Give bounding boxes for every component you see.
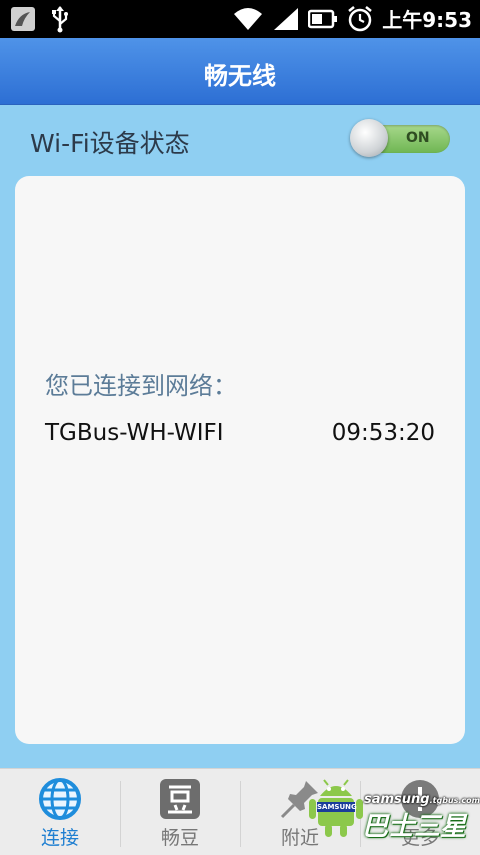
alarm-clock-icon: [348, 5, 373, 31]
bean-icon: [160, 779, 200, 819]
status-bar-left: [10, 5, 70, 33]
cell-signal-icon: [274, 7, 299, 30]
wifi-toggle-text: ON: [406, 130, 430, 146]
status-bar-right: 上午9:53: [232, 4, 472, 33]
wifi-signal-icon: [234, 7, 263, 30]
status-bar: 上午9:53: [0, 0, 480, 38]
tab-connect-label: 连接: [40, 827, 79, 849]
tab-connect[interactable]: 连接: [0, 769, 120, 855]
wifi-toggle[interactable]: ON: [350, 119, 450, 157]
wifi-toggle-knob[interactable]: [350, 119, 388, 157]
wifi-status-label: Wi-Fi设备状态: [30, 129, 190, 158]
connection-card: 您已连接到网络： TGBus-WH-WIFI 09:53:20: [15, 176, 465, 744]
notification-app-icon: [11, 7, 35, 31]
watermark-site: samsung.tgbus.com: [364, 792, 480, 807]
globe-icon: [39, 778, 81, 820]
watermark-badge: SAMSUNG: [317, 802, 357, 812]
page-title: 畅无线: [204, 62, 276, 90]
battery-icon: [308, 9, 338, 28]
site-watermark: SAMSUNG samsung.tgbus.com 巴士三星: [306, 772, 480, 852]
usb-icon: [52, 6, 68, 33]
title-bar: 畅无线: [0, 38, 480, 105]
network-name: TGBus-WH-WIFI: [45, 420, 224, 446]
tab-beans[interactable]: 畅豆: [120, 769, 240, 855]
connected-label: 您已连接到网络：: [45, 372, 237, 400]
watermark-brand: 巴士三星: [362, 812, 467, 842]
watermark-site-name: samsung: [364, 792, 430, 807]
status-time: 上午9:53: [382, 8, 472, 32]
connected-time: 09:53:20: [331, 420, 435, 446]
watermark-domain: .tgbus.com: [429, 796, 480, 805]
tab-beans-label: 畅豆: [160, 827, 199, 849]
